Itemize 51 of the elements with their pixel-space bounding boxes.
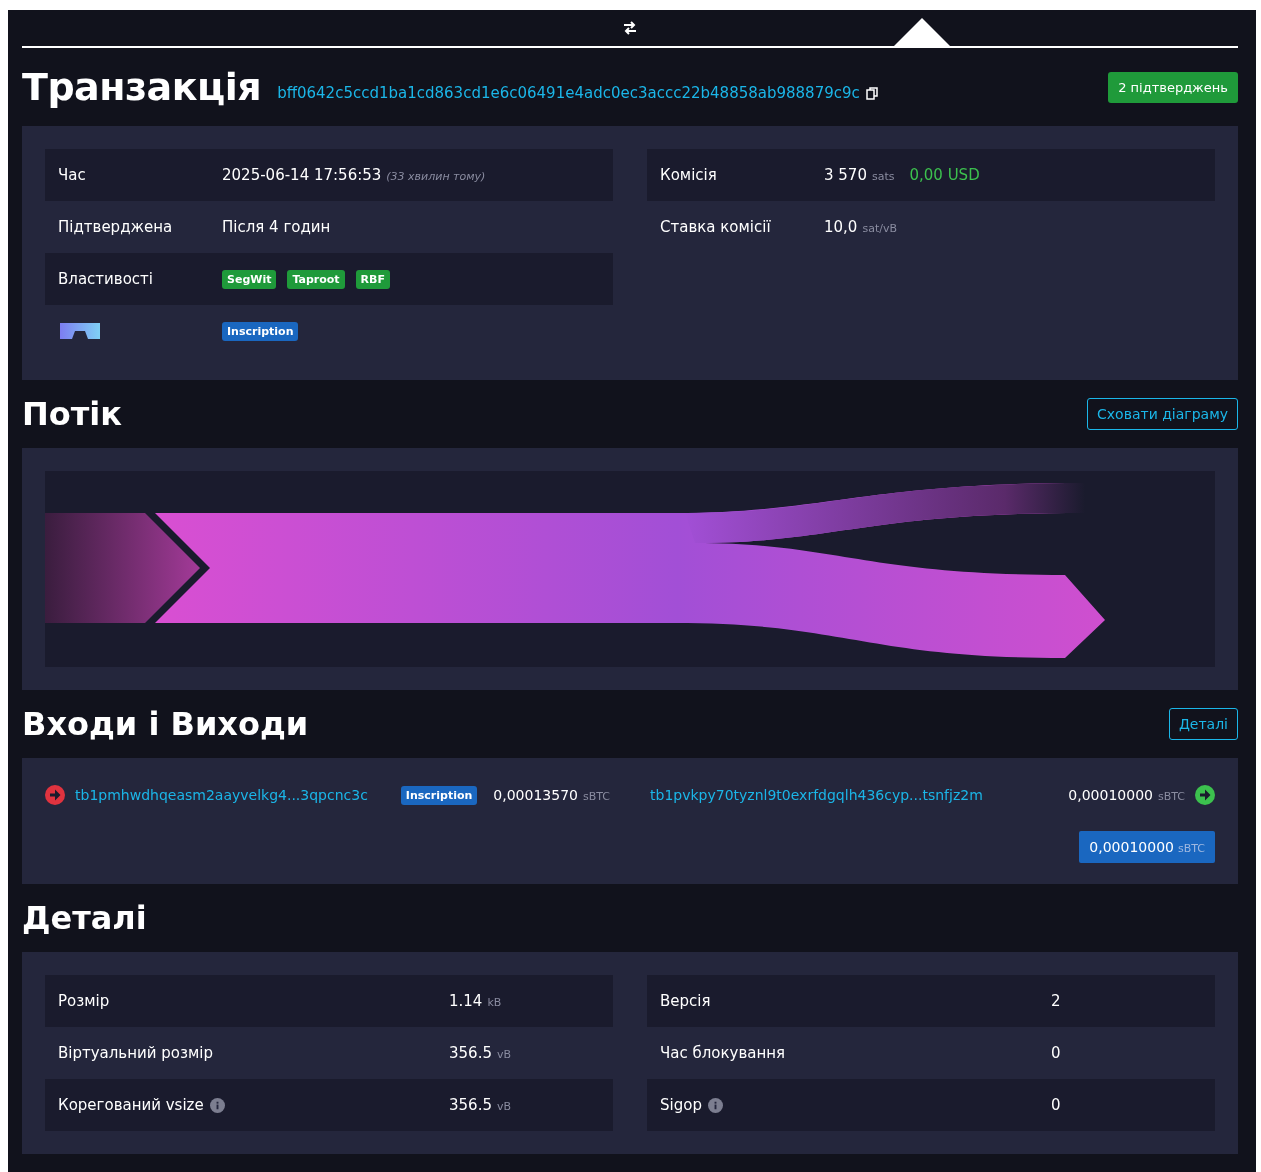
- field-label: Час: [58, 166, 86, 184]
- field-label: Властивості: [58, 270, 153, 288]
- field-value: 0: [1051, 1044, 1061, 1062]
- details-button[interactable]: Деталі: [1168, 708, 1238, 740]
- unit-label: sats: [871, 170, 895, 183]
- section-title: Потік: [22, 395, 122, 433]
- unit-label: sat/vB: [862, 222, 897, 235]
- swap-icon[interactable]: [623, 21, 637, 35]
- amount-value: 0,00013570: [493, 787, 578, 803]
- page-title: Транзакція: [22, 65, 262, 109]
- total-amount: 0,00010000 sBTC: [1079, 831, 1215, 863]
- address-link[interactable]: tb1pvkpy70tyznl9t0exrfdgqlh436cyp...tsnfjz2m: [650, 787, 983, 803]
- section-title: Входи і Виходи: [22, 705, 309, 743]
- tag-badge: RBF: [355, 269, 390, 289]
- field-label: Корегований vsize: [58, 1096, 204, 1114]
- address-link[interactable]: tb1pmhwdhqeasm2aayvelkg4...3qpcnc3c: [75, 787, 368, 803]
- tag-badge: Inscription: [222, 321, 299, 341]
- amount-value: 0,00010000: [1068, 787, 1153, 803]
- hide-diagram-button[interactable]: Сховати діаграму: [1087, 398, 1238, 430]
- field-value: 3 570: [824, 166, 867, 184]
- field-label: Комісія: [660, 166, 717, 184]
- field-value: 2: [1051, 992, 1061, 1010]
- field-value: 356.5: [449, 1044, 492, 1062]
- field-value: 10,0: [824, 218, 858, 236]
- field-value: Після 4 годин: [222, 218, 331, 236]
- fiat-value: 0,00 USD: [909, 166, 980, 184]
- field-value: 2025-06-14 17:56:53: [222, 166, 382, 184]
- field-label: Sigop: [660, 1096, 702, 1114]
- tag-badge: Inscription: [400, 785, 478, 805]
- field-value: 0: [1051, 1096, 1061, 1114]
- unit-label: sBTC: [582, 790, 610, 803]
- relative-time: (33 хвилин тому): [386, 170, 486, 183]
- field-label: Підтверджена: [58, 218, 173, 236]
- field-label: Час блокування: [660, 1044, 786, 1062]
- field-value: 356.5: [449, 1096, 492, 1114]
- goggles-icon: [58, 321, 102, 341]
- unit-label: vB: [496, 1100, 511, 1113]
- field-value: 1.14: [449, 992, 483, 1010]
- copy-icon[interactable]: [865, 86, 878, 100]
- field-label: Розмір: [58, 992, 110, 1010]
- field-label: Версія: [660, 992, 711, 1010]
- txid-link[interactable]: bff0642c5ccd1ba1cd863cd1e6c06491e4adc0ec3accc22b48858ab988879c9c: [277, 84, 860, 102]
- unit-label: sBTC: [1157, 790, 1185, 803]
- unit-label: kB: [487, 996, 502, 1009]
- confirmations-badge: 2 підтверджень: [1108, 71, 1238, 103]
- field-label: Ставка комісії: [660, 218, 771, 236]
- unit-label: vB: [496, 1048, 511, 1061]
- tag-badge: Taproot: [287, 269, 345, 289]
- tag-badge: SegWit: [222, 269, 277, 289]
- field-label: Віртуальний розмір: [58, 1044, 213, 1062]
- section-title: Деталі: [22, 899, 147, 937]
